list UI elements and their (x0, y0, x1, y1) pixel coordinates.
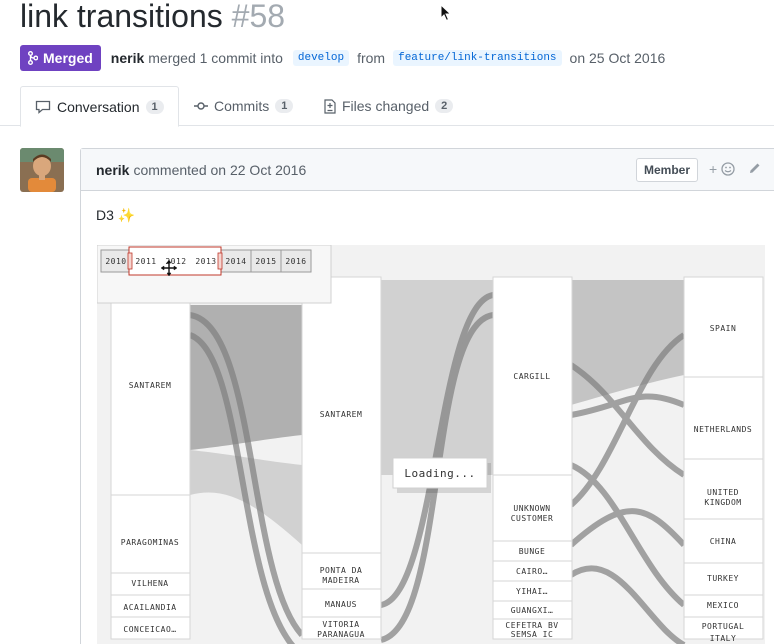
node-label: TURKEY (707, 574, 739, 583)
node-label: SPAIN (710, 324, 737, 333)
comment-body: D3 ✨ (96, 207, 135, 224)
comment-author[interactable]: nerik (96, 162, 129, 178)
node-label: SANTAREM (129, 381, 172, 390)
add-reaction-button[interactable]: + (709, 161, 735, 177)
tab-files-changed[interactable]: Files changed 2 (310, 86, 467, 126)
year-selector[interactable]: 2010 2011 2012 2013 2014 2015 2016 (97, 245, 332, 304)
pencil-icon[interactable] (748, 161, 762, 175)
brush-handle-left[interactable] (127, 252, 133, 270)
node-label: NETHERLANDS (694, 425, 752, 434)
from-text: from (357, 50, 386, 66)
loading-indicator: Loading... (392, 457, 491, 493)
pr-author[interactable]: nerik (111, 50, 144, 66)
tab-conversation-count: 1 (145, 99, 164, 114)
git-merge-icon (28, 51, 38, 65)
tab-commits-label: Commits (214, 98, 270, 114)
tab-files-changed-count: 2 (435, 99, 454, 113)
node-label: PARANAGUA (317, 630, 365, 639)
node-label: SANTAREM (320, 410, 363, 419)
node-label: ITALY (710, 634, 737, 643)
node-label: UNKNOWN (513, 504, 550, 513)
node-label: KINGDOM (704, 498, 741, 507)
member-badge: Member (636, 158, 699, 182)
year-2010: 2010 (105, 257, 126, 266)
pr-number: #58 (231, 0, 286, 34)
sankey-svg: SANTAREM PARAGOMINAS VILHENA ACAILANDIA … (97, 245, 764, 644)
node-label: CARGILL (513, 372, 550, 381)
file-diff-icon (324, 98, 336, 114)
head-branch[interactable]: feature/link-transitions (393, 50, 562, 66)
tab-conversation[interactable]: Conversation 1 (20, 86, 179, 127)
loading-text: Loading... (404, 467, 475, 480)
status-badge-label: Merged (43, 50, 93, 66)
comment-body-text: D3 (96, 207, 114, 223)
node-label: PARAGOMINAS (121, 538, 179, 547)
comment-header: nerik commented on 22 Oct 2016 Member + (81, 149, 774, 191)
year-2015: 2015 (255, 257, 276, 266)
node-label: PONTA DA (320, 566, 363, 575)
node-label: MANAUS (325, 600, 357, 609)
node-label: GUANGXI… (511, 606, 554, 615)
node-label: CHINA (710, 537, 737, 546)
year-2013: 2013 (195, 257, 216, 266)
node-label: MEXICO (707, 601, 739, 610)
sparkles-emoji: ✨ (117, 207, 136, 223)
merge-date: on 25 Oct 2016 (569, 50, 666, 66)
year-2016: 2016 (285, 257, 306, 266)
node-label: CEFETRA BV (505, 621, 558, 630)
status-badge: Merged (20, 45, 101, 71)
mouse-cursor-icon (440, 4, 452, 22)
comment-date[interactable]: commented on 22 Oct 2016 (133, 162, 306, 178)
node-label: YIHAI… (516, 587, 548, 596)
node-label: BUNGE (519, 547, 546, 556)
merge-text: merged 1 commit into (148, 50, 283, 66)
tab-files-changed-label: Files changed (342, 98, 430, 114)
node-label: MADEIRA (322, 576, 359, 585)
pr-tabs: Conversation 1 Commits 1 Files changed 2 (0, 86, 774, 127)
smiley-icon (721, 162, 735, 176)
node-label: CONCEICAO… (123, 625, 176, 634)
node-label: ACAILANDIA (123, 603, 176, 612)
add-reaction-plus: + (709, 161, 718, 177)
tab-commits-count: 1 (275, 99, 294, 113)
tab-conversation-label: Conversation (57, 98, 140, 115)
year-2014: 2014 (225, 257, 246, 266)
pr-meta: Merged nerik merged 1 commit into develo… (20, 45, 669, 71)
node-label: CAIRO… (516, 567, 548, 576)
tab-commits[interactable]: Commits 1 (180, 86, 307, 126)
brush-handle-right[interactable] (217, 252, 223, 270)
year-2011: 2011 (135, 257, 156, 266)
pr-title-text: link transitions (20, 0, 223, 34)
commit-icon (194, 102, 208, 110)
comment-icon (35, 100, 51, 114)
node-label: CUSTOMER (511, 514, 554, 523)
node-label: VILHENA (131, 579, 168, 588)
node-label: SEMSA IC (511, 630, 554, 639)
avatar[interactable] (20, 148, 64, 192)
node-label: UNITED (707, 488, 739, 497)
node-label: VITORIA (322, 620, 359, 629)
base-branch[interactable]: develop (292, 50, 350, 66)
sankey-visualization: SANTAREM PARAGOMINAS VILHENA ACAILANDIA … (97, 245, 765, 644)
node-label: PORTUGAL (702, 622, 745, 631)
comment-box: nerik commented on 22 Oct 2016 Member + … (80, 148, 774, 644)
pr-title: link transitions #58 (20, 0, 285, 35)
